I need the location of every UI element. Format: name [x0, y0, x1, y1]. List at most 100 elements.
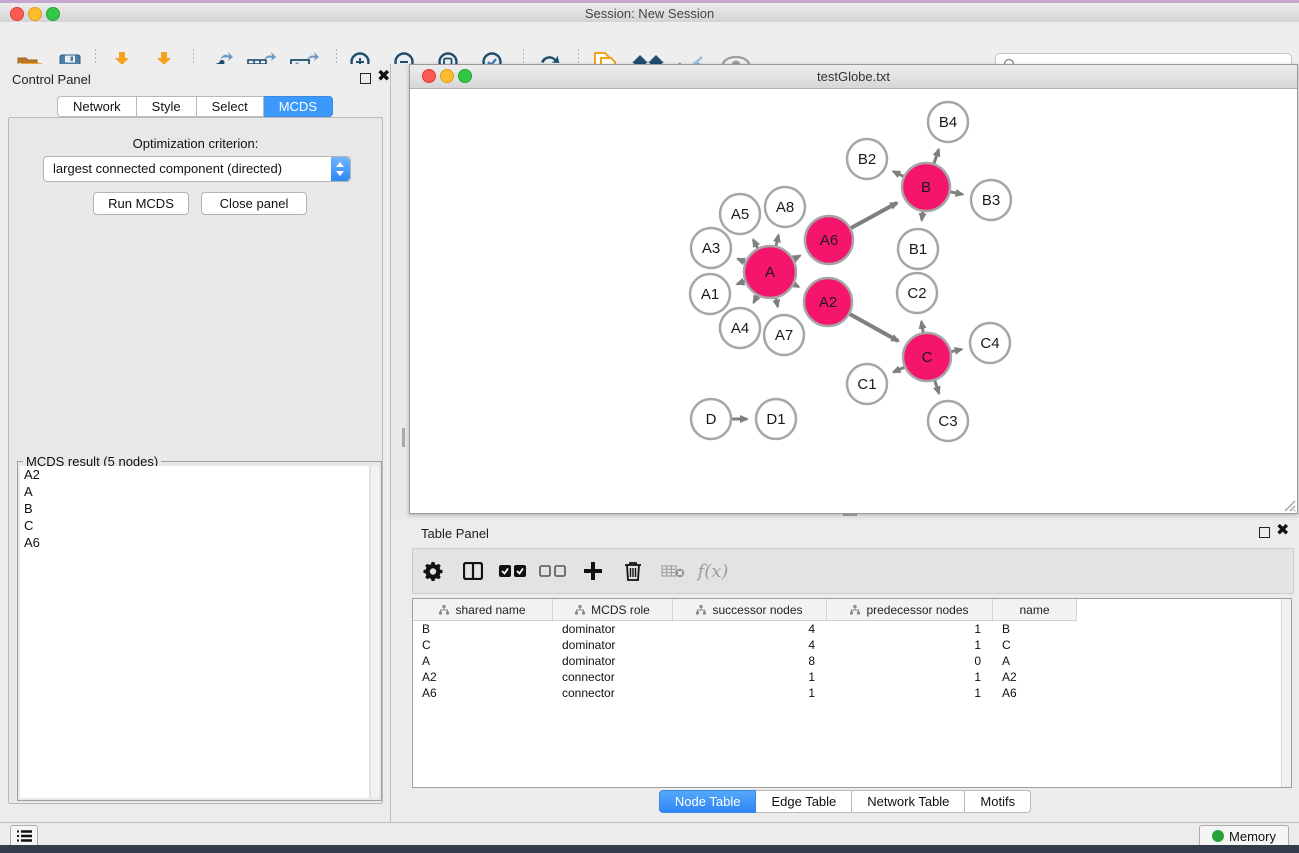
cell-shared-name[interactable]: A6 [413, 685, 553, 701]
cell-name[interactable]: A [993, 653, 1077, 669]
result-item[interactable]: A2 [20, 466, 369, 483]
result-item[interactable]: B [20, 500, 369, 517]
table-row[interactable]: Adominator80A [413, 653, 1077, 669]
result-item[interactable]: A6 [20, 534, 369, 551]
table-toolbar: f(x) [412, 548, 1294, 594]
run-mcds-button[interactable]: Run MCDS [93, 192, 189, 215]
column-header-successor-nodes[interactable]: successor nodes [673, 599, 827, 621]
cell-name[interactable]: B [993, 621, 1077, 637]
edge-C-C3[interactable] [934, 380, 938, 394]
function-builder-icon[interactable]: f(x) [693, 561, 733, 582]
tab-motifs[interactable]: Motifs [965, 790, 1031, 813]
result-list-scrollbar[interactable] [370, 466, 379, 798]
tab-select[interactable]: Select [197, 96, 264, 117]
cell-successor-nodes[interactable]: 1 [673, 669, 827, 685]
node-label-C1: C1 [857, 376, 876, 393]
float-panel-icon[interactable] [360, 73, 371, 84]
mcds-result-list[interactable]: A2ABCA6 [20, 466, 370, 798]
cell-MCDS-role[interactable]: dominator [553, 621, 673, 637]
cell-predecessor-nodes[interactable]: 1 [827, 637, 993, 653]
edge-A6-B[interactable] [850, 203, 897, 229]
edge-A-A4[interactable] [754, 295, 758, 303]
edge-A-A8[interactable] [776, 235, 779, 246]
delete-table-icon[interactable] [653, 564, 693, 578]
memory-status-icon [1212, 830, 1224, 842]
tab-mcds[interactable]: MCDS [264, 96, 333, 117]
cell-MCDS-role[interactable]: connector [553, 669, 673, 685]
memory-label: Memory [1229, 829, 1276, 844]
edge-C-C1[interactable] [893, 367, 905, 372]
edge-A2-C[interactable] [849, 314, 898, 341]
table-row[interactable]: A2connector11A2 [413, 669, 1077, 685]
cell-name[interactable]: A6 [993, 685, 1077, 701]
main-toolbar [0, 22, 1299, 65]
cell-predecessor-nodes[interactable]: 0 [827, 653, 993, 669]
tab-node-table[interactable]: Node Table [659, 790, 757, 813]
delete-icon[interactable] [613, 561, 653, 581]
tab-network[interactable]: Network [57, 96, 137, 117]
edge-B-B3[interactable] [950, 192, 963, 195]
status-bar: Memory [0, 822, 1299, 846]
node-label-A1: A1 [701, 286, 719, 303]
node-label-B1: B1 [909, 241, 927, 258]
node-label-A5: A5 [731, 206, 749, 223]
result-item[interactable]: A [20, 483, 369, 500]
memory-button[interactable]: Memory [1199, 825, 1289, 847]
table-row[interactable]: Bdominator41B [413, 621, 1077, 637]
split-columns-icon[interactable] [453, 562, 493, 580]
cell-name[interactable]: C [993, 637, 1077, 653]
cell-MCDS-role[interactable]: connector [553, 685, 673, 701]
cell-name[interactable]: A2 [993, 669, 1077, 685]
cell-shared-name[interactable]: A2 [413, 669, 553, 685]
table-row[interactable]: Cdominator41C [413, 637, 1077, 653]
cell-MCDS-role[interactable]: dominator [553, 637, 673, 653]
cell-MCDS-role[interactable]: dominator [553, 653, 673, 669]
criterion-value: largest connected component (directed) [53, 161, 282, 176]
cell-successor-nodes[interactable]: 4 [673, 621, 827, 637]
tab-edge-table[interactable]: Edge Table [756, 790, 852, 813]
cell-predecessor-nodes[interactable]: 1 [827, 621, 993, 637]
column-header-MCDS-role[interactable]: MCDS role [553, 599, 673, 621]
column-header-name[interactable]: name [993, 599, 1077, 621]
deselect-all-icon[interactable] [533, 565, 573, 578]
edge-A-A1[interactable] [737, 281, 745, 284]
cell-predecessor-nodes[interactable]: 1 [827, 685, 993, 701]
close-panel-icon[interactable]: ✖ [377, 68, 390, 86]
criterion-dropdown[interactable]: largest connected component (directed) [43, 156, 351, 182]
close-panel-button[interactable]: Close panel [201, 192, 307, 215]
edge-C-C2[interactable] [921, 322, 923, 334]
cell-shared-name[interactable]: B [413, 621, 553, 637]
tab-style[interactable]: Style [137, 96, 197, 117]
task-history-button[interactable] [10, 825, 38, 847]
select-all-icon[interactable] [493, 565, 533, 578]
edge-A-A3[interactable] [738, 259, 746, 262]
cell-successor-nodes[interactable]: 4 [673, 637, 827, 653]
table-close-icon[interactable]: ✖ [1276, 522, 1289, 540]
node-table-header: shared nameMCDS rolesuccessor nodesprede… [413, 599, 1077, 621]
edge-A-A5[interactable] [753, 240, 758, 249]
add-column-icon[interactable] [573, 562, 613, 580]
cell-shared-name[interactable]: C [413, 637, 553, 653]
attribute-icon [696, 605, 706, 615]
resize-grip-icon[interactable] [1282, 498, 1296, 512]
edge-B-B2[interactable] [893, 171, 904, 176]
table-row[interactable]: A6connector11A6 [413, 685, 1077, 701]
result-item[interactable]: C [20, 517, 369, 534]
network-canvas[interactable]: B4B2BB3B1A6A5A8A3AA1A4A7A2C2CC1C4C3DD1 [410, 89, 1295, 512]
cell-successor-nodes[interactable]: 1 [673, 685, 827, 701]
column-header-shared-name[interactable]: shared name [413, 599, 553, 621]
cell-successor-nodes[interactable]: 8 [673, 653, 827, 669]
cell-predecessor-nodes[interactable]: 1 [827, 669, 993, 685]
edge-A-A7[interactable] [776, 297, 778, 306]
gear-icon[interactable] [413, 561, 453, 581]
cell-shared-name[interactable]: A [413, 653, 553, 669]
desktop-scroll-nub-vertical[interactable] [402, 428, 405, 447]
edge-B-B1[interactable] [922, 211, 923, 220]
edge-B-B4[interactable] [934, 149, 939, 164]
attribute-icon [850, 605, 860, 615]
column-header-predecessor-nodes[interactable]: predecessor nodes [827, 599, 993, 621]
edge-C-C4[interactable] [950, 349, 961, 352]
table-scrollbar[interactable] [1281, 599, 1291, 787]
tab-network-table[interactable]: Network Table [852, 790, 965, 813]
table-float-icon[interactable] [1259, 527, 1270, 538]
